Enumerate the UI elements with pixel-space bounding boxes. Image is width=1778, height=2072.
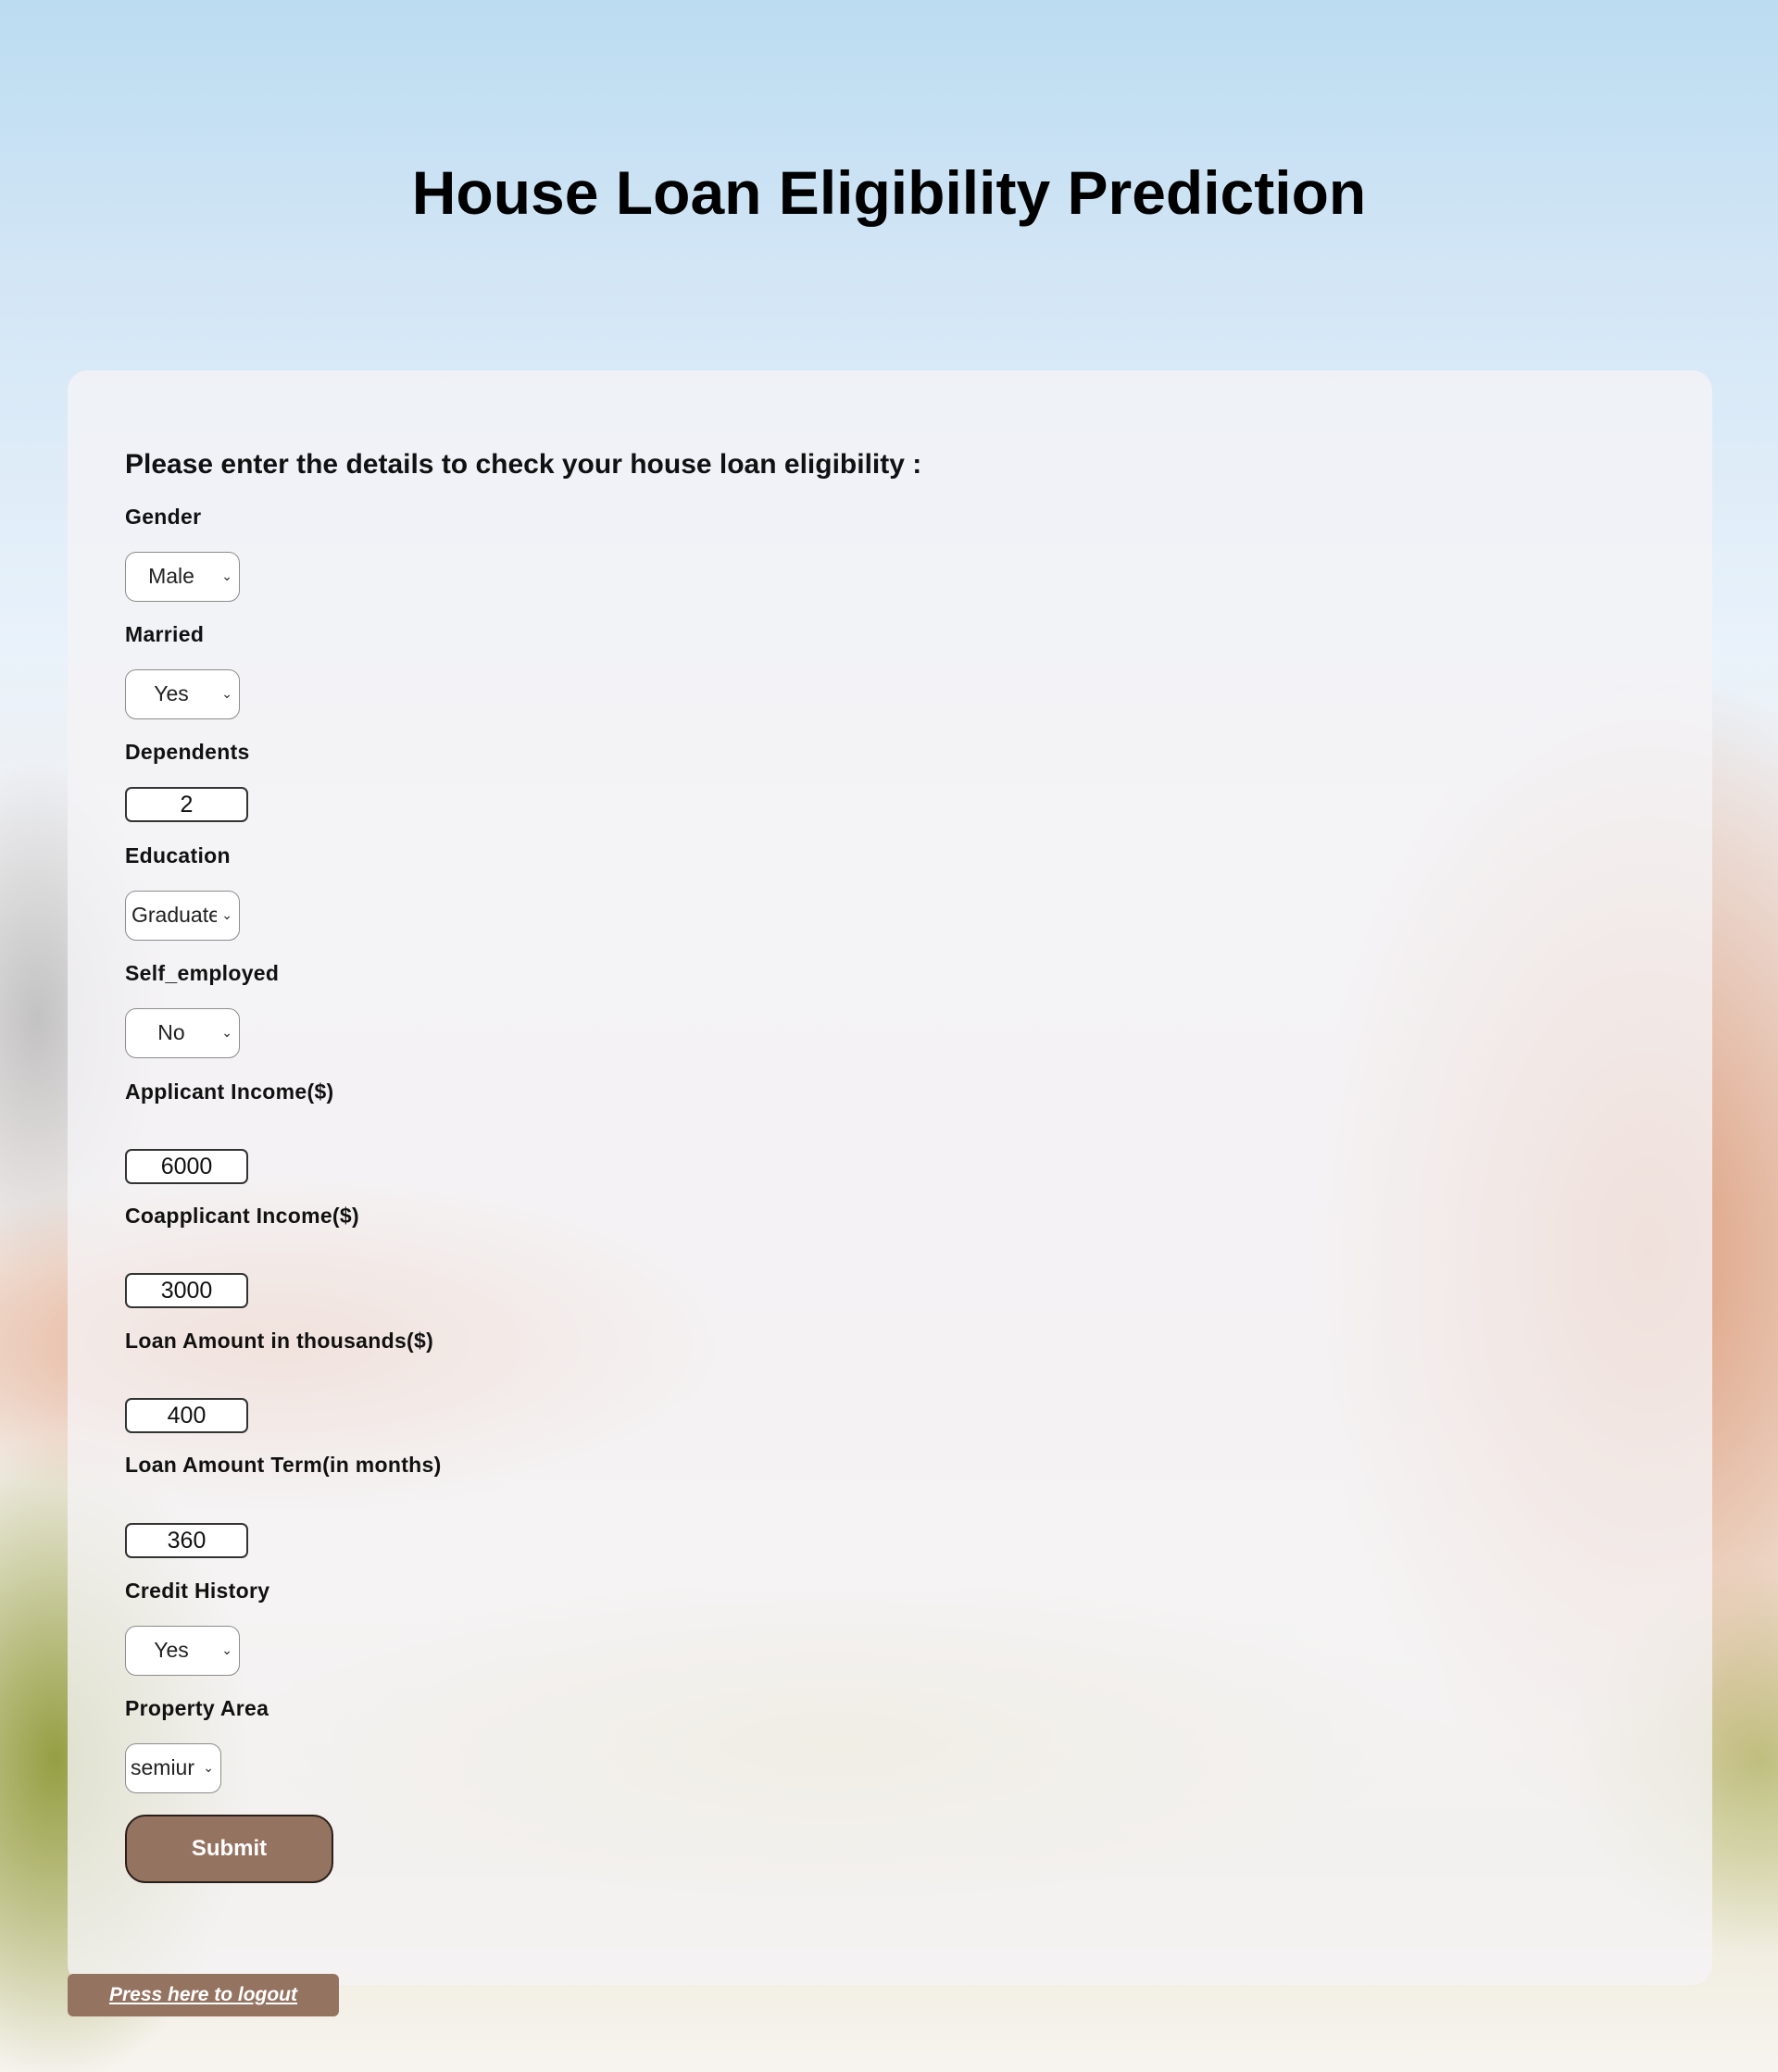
chevron-down-icon: ⌄ [221,568,232,583]
chevron-down-icon: ⌄ [221,686,232,701]
chevron-down-icon: ⌄ [221,1025,232,1040]
loan-form-card: Please enter the details to check your h… [68,370,1712,1985]
loan-amount-label: Loan Amount in thousands($) [125,1329,434,1353]
property-area-label: Property Area [125,1696,269,1720]
property-area-select-value: semiur [131,1755,195,1779]
married-select-value: Yes [154,681,189,705]
loan-term-input[interactable]: 360 [125,1523,248,1558]
loan-amount-input[interactable]: 400 [125,1398,248,1433]
self-employed-select[interactable]: No ⌄ [125,1008,240,1058]
education-select-value: Graduate [131,903,217,927]
property-area-select[interactable]: semiur ⌄ [125,1743,221,1793]
married-label: Married [125,622,205,646]
loan-term-label: Loan Amount Term(in months) [125,1453,442,1477]
form-heading: Please enter the details to check your h… [125,449,922,480]
credit-history-label: Credit History [125,1579,270,1603]
credit-history-select[interactable]: Yes ⌄ [125,1626,240,1676]
chevron-down-icon: ⌄ [221,907,232,922]
logout-link[interactable]: Press here to logout [68,1974,339,2016]
coapplicant-income-label: Coapplicant Income($) [125,1204,359,1228]
gender-select-value: Male [148,564,194,588]
education-select[interactable]: Graduate ⌄ [125,891,240,941]
chevron-down-icon: ⌄ [203,1760,214,1775]
education-label: Education [125,843,231,867]
gender-select[interactable]: Male ⌄ [125,552,240,602]
married-select[interactable]: Yes ⌄ [125,669,240,719]
applicant-income-label: Applicant Income($) [125,1080,334,1104]
coapplicant-income-input[interactable]: 3000 [125,1273,248,1308]
self-employed-select-value: No [157,1020,185,1044]
credit-history-select-value: Yes [154,1638,189,1662]
dependents-input[interactable]: 2 [125,787,248,822]
submit-button[interactable]: Submit [125,1815,333,1883]
dependents-label: Dependents [125,740,250,764]
applicant-income-input[interactable]: 6000 [125,1149,248,1184]
self-employed-label: Self_employed [125,961,280,985]
chevron-down-icon: ⌄ [221,1642,232,1657]
gender-label: Gender [125,505,202,529]
page-title: House Loan Eligibility Prediction [411,158,1367,227]
